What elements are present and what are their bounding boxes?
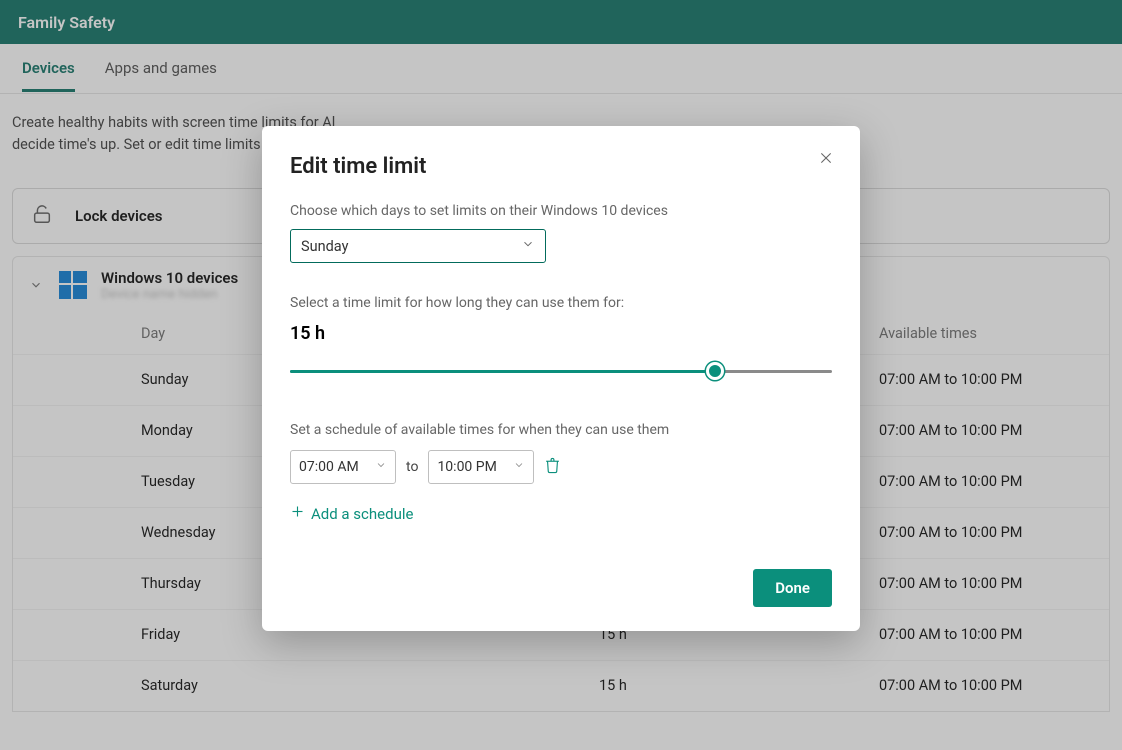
slider-thumb[interactable] bbox=[706, 362, 724, 380]
from-time-value: 07:00 AM bbox=[299, 459, 359, 475]
delete-schedule-button[interactable] bbox=[544, 457, 561, 478]
choose-days-label: Choose which days to set limits on their… bbox=[290, 203, 832, 219]
schedule-label: Set a schedule of available times for wh… bbox=[290, 422, 832, 438]
day-select-value: Sunday bbox=[301, 238, 348, 255]
slider-fill bbox=[290, 370, 715, 373]
chevron-down-icon bbox=[513, 459, 525, 475]
chevron-down-icon bbox=[521, 237, 535, 255]
plus-icon bbox=[290, 504, 305, 523]
done-button[interactable]: Done bbox=[753, 569, 832, 607]
to-label: to bbox=[406, 459, 418, 475]
time-limit-slider[interactable] bbox=[290, 362, 832, 380]
select-limit-label: Select a time limit for how long they ca… bbox=[290, 295, 832, 311]
modal-overlay: Edit time limit Choose which days to set… bbox=[0, 0, 1122, 750]
modal-footer: Done bbox=[290, 569, 832, 607]
close-icon bbox=[818, 150, 834, 170]
trash-icon bbox=[544, 459, 561, 478]
add-schedule-button[interactable]: Add a schedule bbox=[290, 504, 832, 523]
modal-close-button[interactable] bbox=[814, 148, 838, 172]
edit-time-limit-modal: Edit time limit Choose which days to set… bbox=[262, 126, 860, 631]
schedule-time-row: 07:00 AM to 10:00 PM bbox=[290, 450, 832, 484]
to-time-select[interactable]: 10:00 PM bbox=[428, 450, 534, 484]
day-select[interactable]: Sunday bbox=[290, 229, 546, 263]
from-time-select[interactable]: 07:00 AM bbox=[290, 450, 396, 484]
time-limit-value: 15 h bbox=[290, 323, 832, 344]
modal-title: Edit time limit bbox=[290, 154, 832, 179]
to-time-value: 10:00 PM bbox=[437, 459, 496, 475]
chevron-down-icon bbox=[375, 459, 387, 475]
add-schedule-label: Add a schedule bbox=[311, 505, 413, 523]
